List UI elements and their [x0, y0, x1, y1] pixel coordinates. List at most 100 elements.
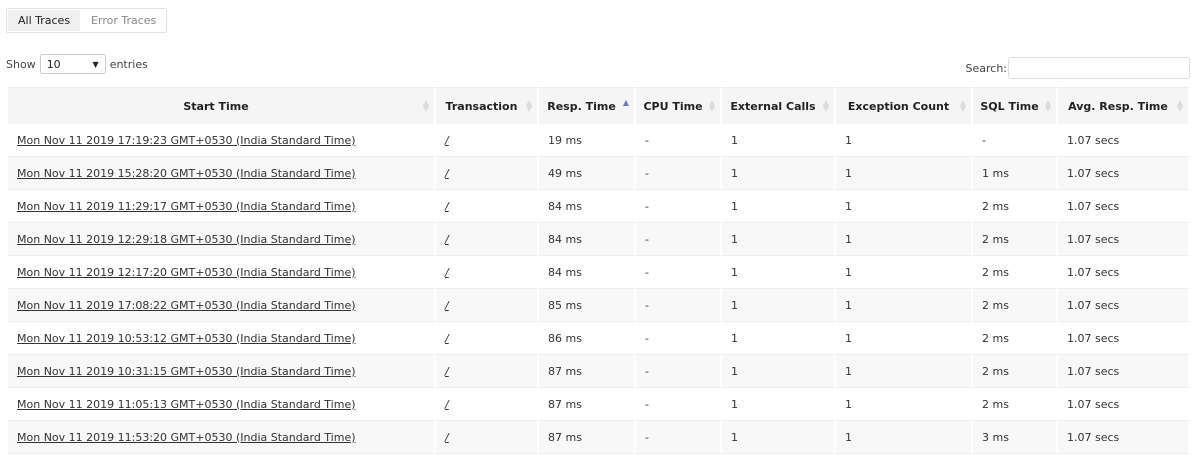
table-row: Mon Nov 11 2019 10:31:15 GMT+0530 (India…	[8, 355, 1190, 388]
cell-resp-time: 84 ms	[539, 256, 636, 289]
cell-start-time: Mon Nov 11 2019 17:08:22 GMT+0530 (India…	[8, 289, 436, 322]
table-row: Mon Nov 11 2019 17:08:22 GMT+0530 (India…	[8, 289, 1190, 322]
cell-exception-count: 1	[836, 322, 973, 355]
table-row: Mon Nov 11 2019 10:53:12 GMT+0530 (India…	[8, 322, 1190, 355]
cell-avg-resp-time: 1.07 secs	[1058, 322, 1190, 355]
sort-icon: ▲ ▼	[822, 98, 829, 113]
cell-resp-time: 84 ms	[539, 223, 636, 256]
cell-cpu-time: -	[636, 256, 722, 289]
cell-cpu-time: -	[636, 322, 722, 355]
start-time-link[interactable]: Mon Nov 11 2019 11:53:20 GMT+0530 (India…	[17, 431, 356, 444]
search-label: Search:	[965, 61, 1008, 75]
entries-label: entries	[109, 57, 148, 71]
cell-transaction: /	[436, 223, 539, 256]
cell-resp-time: 19 ms	[539, 124, 636, 157]
transaction-link[interactable]: /	[445, 266, 449, 279]
start-time-link[interactable]: Mon Nov 11 2019 11:05:13 GMT+0530 (India…	[17, 398, 356, 411]
start-time-link[interactable]: Mon Nov 11 2019 11:29:17 GMT+0530 (India…	[17, 200, 356, 213]
start-time-link[interactable]: Mon Nov 11 2019 10:31:15 GMT+0530 (India…	[17, 365, 356, 378]
start-time-link[interactable]: Mon Nov 11 2019 10:53:12 GMT+0530 (India…	[17, 332, 356, 345]
cell-start-time: Mon Nov 11 2019 12:17:20 GMT+0530 (India…	[8, 256, 436, 289]
column-header-avg-resp-time[interactable]: Avg. Resp. Time ▲ ▼	[1058, 87, 1190, 124]
start-time-link[interactable]: Mon Nov 11 2019 15:28:20 GMT+0530 (India…	[17, 167, 356, 180]
column-header-resp-time[interactable]: Resp. Time ▲	[539, 87, 636, 124]
transaction-link[interactable]: /	[445, 134, 449, 147]
cell-transaction: /	[436, 157, 539, 190]
trace-tabs: All Traces Error Traces	[6, 8, 168, 33]
cell-avg-resp-time: 1.07 secs	[1058, 289, 1190, 322]
entries-select[interactable]: 10 ▼	[39, 54, 106, 74]
start-time-link[interactable]: Mon Nov 11 2019 17:08:22 GMT+0530 (India…	[17, 299, 356, 312]
tab-all-traces[interactable]: All Traces	[8, 10, 81, 31]
sort-icon: ▲ ▼	[1176, 98, 1183, 113]
cell-exception-count: 1	[836, 157, 973, 190]
cell-sql-time: 2 ms	[973, 388, 1058, 421]
cell-exception-count: 1	[836, 289, 973, 322]
cell-avg-resp-time: 1.07 secs	[1058, 256, 1190, 289]
cell-resp-time: 85 ms	[539, 289, 636, 322]
cell-transaction: /	[436, 289, 539, 322]
cell-transaction: /	[436, 388, 539, 421]
cell-resp-time: 86 ms	[539, 322, 636, 355]
column-header-label: Resp. Time	[547, 99, 616, 113]
column-header-label: Exception Count	[847, 99, 950, 113]
column-header-start-time[interactable]: Start Time ▲ ▼	[8, 87, 436, 124]
cell-external-calls: 1	[722, 256, 836, 289]
cell-external-calls: 1	[722, 124, 836, 157]
cell-cpu-time: -	[636, 388, 722, 421]
cell-sql-time: 1 ms	[973, 157, 1058, 190]
transaction-link[interactable]: /	[445, 233, 449, 246]
cell-cpu-time: -	[636, 157, 722, 190]
cell-sql-time: 2 ms	[973, 256, 1058, 289]
start-time-link[interactable]: Mon Nov 11 2019 17:19:23 GMT+0530 (India…	[17, 134, 356, 147]
column-header-sql-time[interactable]: SQL Time ▲ ▼	[973, 87, 1058, 124]
cell-resp-time: 49 ms	[539, 157, 636, 190]
table-row: Mon Nov 11 2019 11:29:17 GMT+0530 (India…	[8, 190, 1190, 223]
cell-transaction: /	[436, 421, 539, 454]
cell-sql-time: 2 ms	[973, 190, 1058, 223]
cell-transaction: /	[436, 256, 539, 289]
column-header-label: Avg. Resp. Time	[1068, 99, 1168, 113]
transaction-link[interactable]: /	[445, 365, 449, 378]
entries-select-value: 10	[46, 57, 61, 71]
sort-icon: ▲ ▼	[708, 98, 715, 113]
transaction-link[interactable]: /	[445, 299, 449, 312]
start-time-link[interactable]: Mon Nov 11 2019 12:17:20 GMT+0530 (India…	[17, 266, 356, 279]
cell-sql-time: -	[973, 124, 1058, 157]
cell-sql-time: 2 ms	[973, 322, 1058, 355]
cell-transaction: /	[436, 190, 539, 223]
transaction-link[interactable]: /	[445, 332, 449, 345]
cell-external-calls: 1	[722, 157, 836, 190]
cell-external-calls: 1	[722, 322, 836, 355]
cell-avg-resp-time: 1.07 secs	[1058, 124, 1190, 157]
sort-icon: ▲ ▼	[959, 98, 966, 113]
cell-start-time: Mon Nov 11 2019 10:31:15 GMT+0530 (India…	[8, 355, 436, 388]
cell-transaction: /	[436, 322, 539, 355]
tab-error-traces[interactable]: Error Traces	[81, 9, 166, 32]
sort-icon: ▲ ▼	[422, 98, 429, 113]
column-header-cpu-time[interactable]: CPU Time ▲ ▼	[636, 87, 722, 124]
transaction-link[interactable]: /	[445, 431, 449, 444]
cell-external-calls: 1	[722, 388, 836, 421]
cell-external-calls: 1	[722, 223, 836, 256]
cell-start-time: Mon Nov 11 2019 11:53:20 GMT+0530 (India…	[8, 421, 436, 454]
transaction-link[interactable]: /	[445, 167, 449, 180]
cell-exception-count: 1	[836, 256, 973, 289]
show-label: Show	[6, 57, 36, 71]
table-row: Mon Nov 11 2019 12:17:20 GMT+0530 (India…	[8, 256, 1190, 289]
transaction-link[interactable]: /	[445, 398, 449, 411]
search-input[interactable]	[1008, 57, 1190, 79]
sort-icon: ▲ ▼	[525, 98, 532, 113]
cell-sql-time: 2 ms	[973, 355, 1058, 388]
column-header-external-calls[interactable]: External Calls ▲ ▼	[722, 87, 836, 124]
sort-icon: ▲ ▼	[1044, 98, 1051, 113]
column-header-exception-count[interactable]: Exception Count ▲ ▼	[836, 87, 973, 124]
start-time-link[interactable]: Mon Nov 11 2019 12:29:18 GMT+0530 (India…	[17, 233, 356, 246]
column-header-transaction[interactable]: Transaction ▲ ▼	[436, 87, 539, 124]
transaction-link[interactable]: /	[445, 200, 449, 213]
cell-cpu-time: -	[636, 223, 722, 256]
cell-exception-count: 1	[836, 421, 973, 454]
cell-sql-time: 2 ms	[973, 289, 1058, 322]
cell-sql-time: 2 ms	[973, 223, 1058, 256]
cell-resp-time: 87 ms	[539, 421, 636, 454]
